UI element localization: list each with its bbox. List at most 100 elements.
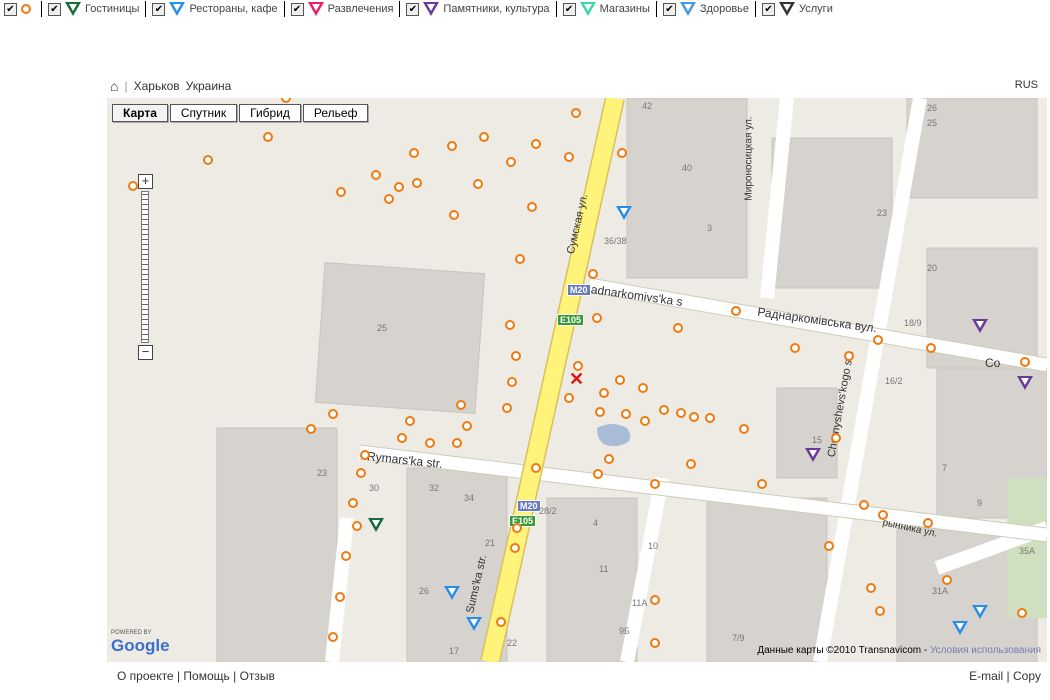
poi-marker[interactable] — [592, 313, 602, 323]
poi-marker[interactable] — [444, 586, 460, 603]
poi-marker[interactable] — [456, 400, 466, 410]
poi-marker[interactable] — [328, 632, 338, 642]
checkbox[interactable]: ✔ — [290, 2, 304, 16]
poi-marker[interactable] — [505, 320, 515, 330]
poi-marker[interactable] — [360, 450, 370, 460]
poi-marker[interactable] — [1020, 357, 1030, 367]
poi-marker[interactable] — [650, 638, 660, 648]
map-type-2[interactable]: Гибрид — [239, 104, 301, 122]
poi-marker[interactable] — [926, 343, 936, 353]
poi-marker[interactable] — [306, 424, 316, 434]
checkbox[interactable]: ✔ — [562, 2, 576, 16]
poi-marker[interactable] — [496, 617, 506, 627]
poi-marker[interactable] — [588, 269, 598, 279]
poi-marker[interactable] — [409, 148, 419, 158]
filter-2[interactable]: ✔ Рестораны, кафе — [146, 1, 285, 17]
poi-marker[interactable] — [824, 541, 834, 551]
poi-marker[interactable] — [384, 194, 394, 204]
poi-marker[interactable] — [336, 187, 346, 197]
poi-marker[interactable] — [507, 377, 517, 387]
poi-marker[interactable] — [564, 152, 574, 162]
filter-7[interactable]: ✔ Услуги — [756, 1, 839, 17]
checkbox[interactable]: ✔ — [152, 2, 166, 16]
filter-4[interactable]: ✔ Памятники, культура — [400, 1, 557, 17]
poi-marker[interactable] — [335, 592, 345, 602]
poi-marker[interactable] — [356, 468, 366, 478]
poi-marker[interactable] — [621, 409, 631, 419]
poi-marker[interactable] — [673, 323, 683, 333]
poi-marker[interactable] — [805, 448, 821, 465]
poi-marker[interactable] — [405, 416, 415, 426]
filter-6[interactable]: ✔ Здоровье — [657, 1, 757, 17]
poi-marker[interactable] — [203, 155, 213, 165]
poi-marker[interactable] — [593, 469, 603, 479]
poi-marker[interactable] — [452, 438, 462, 448]
poi-marker[interactable] — [564, 393, 574, 403]
footer-copy[interactable]: Copy — [1013, 669, 1041, 683]
poi-marker[interactable] — [263, 132, 273, 142]
checkbox[interactable]: ✔ — [4, 2, 17, 16]
poi-marker[interactable] — [527, 202, 537, 212]
filter-5[interactable]: ✔ Магазины — [557, 1, 657, 17]
poi-marker[interactable] — [599, 388, 609, 398]
map-type-1[interactable]: Спутник — [169, 104, 238, 122]
poi-marker[interactable] — [447, 141, 457, 151]
poi-marker[interactable] — [425, 438, 435, 448]
poi-marker[interactable] — [348, 498, 358, 508]
poi-marker[interactable] — [866, 583, 876, 593]
poi-marker[interactable] — [368, 518, 384, 535]
filter-0[interactable]: ✔ — [4, 1, 42, 17]
poi-marker[interactable] — [328, 409, 338, 419]
poi-marker[interactable] — [462, 421, 472, 431]
poi-marker[interactable] — [686, 459, 696, 469]
checkbox[interactable]: ✔ — [406, 2, 420, 16]
poi-marker[interactable] — [466, 617, 482, 634]
poi-marker[interactable] — [615, 375, 625, 385]
poi-marker[interactable] — [676, 408, 686, 418]
breadcrumb-city[interactable]: Харьков — [134, 79, 180, 93]
poi-marker[interactable] — [650, 595, 660, 605]
poi-marker[interactable] — [449, 210, 459, 220]
poi-marker[interactable] — [757, 479, 767, 489]
footer-help[interactable]: Помощь — [183, 669, 229, 683]
poi-marker[interactable] — [844, 351, 854, 361]
poi-marker[interactable] — [873, 335, 883, 345]
poi-marker[interactable] — [1017, 608, 1027, 618]
map-type-0[interactable]: Карта — [112, 104, 168, 122]
poi-marker[interactable] — [397, 433, 407, 443]
poi-marker[interactable] — [705, 413, 715, 423]
poi-marker[interactable] — [831, 433, 841, 443]
checkbox[interactable]: ✔ — [762, 2, 776, 16]
poi-marker[interactable] — [689, 412, 699, 422]
poi-marker[interactable] — [473, 179, 483, 189]
breadcrumb-country[interactable]: Украина — [186, 79, 232, 93]
poi-marker[interactable] — [341, 551, 351, 561]
zoom-slider[interactable] — [141, 191, 149, 343]
poi-marker[interactable] — [1017, 376, 1033, 393]
map[interactable]: Карта Спутник Гибрид Рельеф + − Сумская ул.… — [107, 98, 1047, 662]
footer-about[interactable]: О проекте — [117, 669, 174, 683]
poi-marker[interactable] — [412, 178, 422, 188]
poi-marker[interactable] — [571, 108, 581, 118]
poi-marker[interactable] — [595, 407, 605, 417]
poi-marker[interactable] — [531, 463, 541, 473]
poi-marker[interactable] — [502, 403, 512, 413]
poi-marker[interactable] — [510, 543, 520, 553]
filter-3[interactable]: ✔ Развлечения — [285, 1, 401, 17]
footer-email[interactable]: E-mail — [969, 669, 1003, 683]
checkbox[interactable]: ✔ — [48, 2, 61, 16]
poi-marker[interactable] — [942, 575, 952, 585]
language-switch[interactable]: RUS — [1015, 79, 1038, 91]
zoom-out-button[interactable]: − — [138, 345, 153, 360]
poi-marker[interactable] — [650, 479, 660, 489]
map-type-3[interactable]: Рельеф — [302, 104, 369, 122]
poi-marker[interactable] — [878, 510, 888, 520]
poi-marker[interactable] — [394, 182, 404, 192]
poi-marker[interactable] — [512, 523, 522, 533]
poi-marker[interactable] — [604, 454, 614, 464]
poi-marker[interactable] — [640, 416, 650, 426]
checkbox[interactable]: ✔ — [662, 2, 676, 16]
poi-marker[interactable] — [659, 405, 669, 415]
poi-marker[interactable] — [506, 157, 516, 167]
poi-marker[interactable] — [972, 605, 988, 622]
